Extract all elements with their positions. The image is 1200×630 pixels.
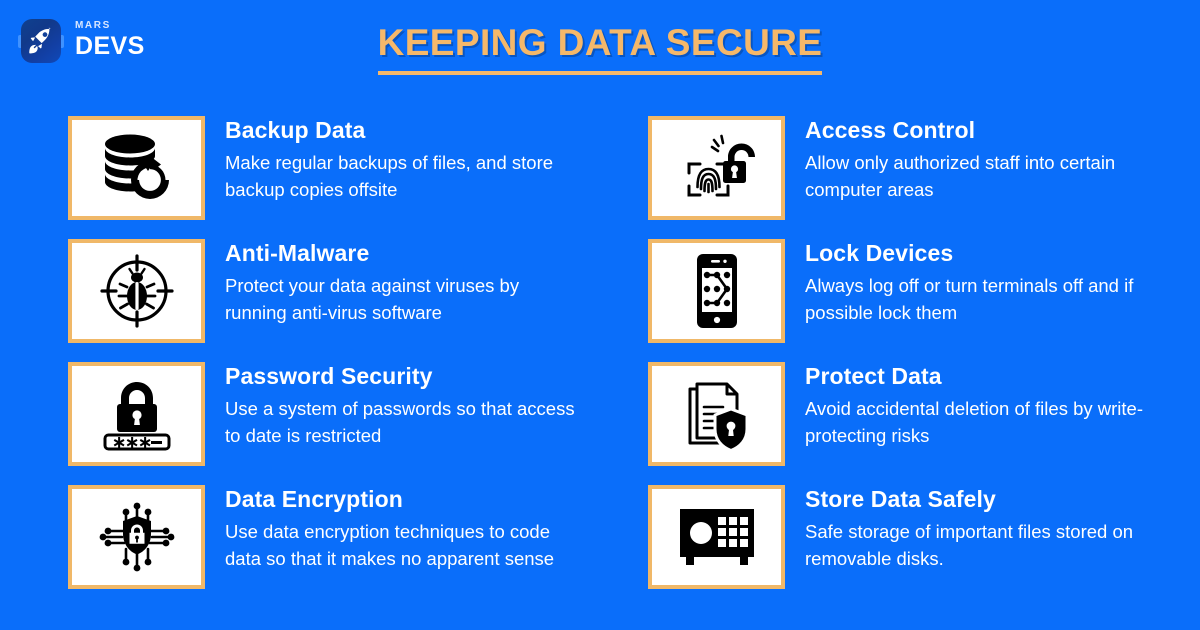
bug-target-icon [68, 239, 205, 343]
padlock-password-icon: ∗ ∗ ∗ [68, 362, 205, 466]
card-title: Store Data Safely [805, 486, 996, 512]
card-body: Protect Data Avoid accidental deletion o… [805, 346, 1165, 449]
infographic-poster: MARS DEVS KEEPING DATA SECURE Backup Dat… [0, 0, 1200, 630]
card-data-encryption: Data Encryption Use data encryption tech… [68, 469, 648, 592]
documents-shield-icon [648, 362, 785, 466]
card-description: Use data encryption techniques to code d… [225, 521, 555, 569]
card-title: Data Encryption [225, 486, 403, 512]
card-description: Safe storage of important files stored o… [805, 521, 1134, 569]
card-store-data-safely: Store Data Safely Safe storage of import… [648, 469, 1200, 592]
header: MARS DEVS KEEPING DATA SECURE [0, 0, 1200, 100]
card-title: Anti-Malware [225, 240, 370, 266]
card-body: Anti-Malware Protect your data against v… [225, 223, 585, 326]
card-description: Always log off or turn terminals off and… [805, 275, 1134, 323]
card-body: Lock Devices Always log off or turn term… [805, 223, 1165, 326]
column-right: Access Control Allow only authorized sta… [648, 100, 1200, 592]
card-title: Protect Data [805, 363, 942, 389]
shield-circuit-lock-icon [68, 485, 205, 589]
card-title: Access Control [805, 117, 976, 143]
page-title: KEEPING DATA SECURE [377, 22, 823, 75]
card-body: Backup Data Make regular backups of file… [225, 100, 585, 203]
card-anti-malware: Anti-Malware Protect your data against v… [68, 223, 648, 346]
card-description: Avoid accidental deletion of files by wr… [805, 398, 1143, 446]
card-access-control: Access Control Allow only authorized sta… [648, 100, 1200, 223]
card-lock-devices: Lock Devices Always log off or turn term… [648, 223, 1200, 346]
card-description: Allow only authorized staff into certain… [805, 152, 1116, 200]
card-backup-data: Backup Data Make regular backups of file… [68, 100, 648, 223]
column-left: Backup Data Make regular backups of file… [68, 100, 648, 592]
card-title: Backup Data [225, 117, 366, 143]
phone-pattern-lock-icon [648, 239, 785, 343]
safe-vault-icon [648, 485, 785, 589]
card-description: Use a system of passwords so that access… [225, 398, 575, 446]
card-protect-data: Protect Data Avoid accidental deletion o… [648, 346, 1200, 469]
card-body: Store Data Safely Safe storage of import… [805, 469, 1165, 572]
card-body: Password Security Use a system of passwo… [225, 346, 585, 449]
fingerprint-unlock-icon [648, 116, 785, 220]
card-title: Lock Devices [805, 240, 954, 266]
card-body: Access Control Allow only authorized sta… [805, 100, 1165, 203]
card-body: Data Encryption Use data encryption tech… [225, 469, 585, 572]
page-title-container: KEEPING DATA SECURE [0, 22, 1200, 75]
svg-text:∗: ∗ [138, 433, 152, 452]
tips-grid: Backup Data Make regular backups of file… [0, 100, 1200, 592]
database-backup-icon [68, 116, 205, 220]
card-password-security: ∗ ∗ ∗ Password Security Use a system of … [68, 346, 648, 469]
card-title: Password Security [225, 363, 433, 389]
card-description: Make regular backups of files, and store… [225, 152, 554, 200]
card-description: Protect your data against viruses by run… [225, 275, 520, 323]
